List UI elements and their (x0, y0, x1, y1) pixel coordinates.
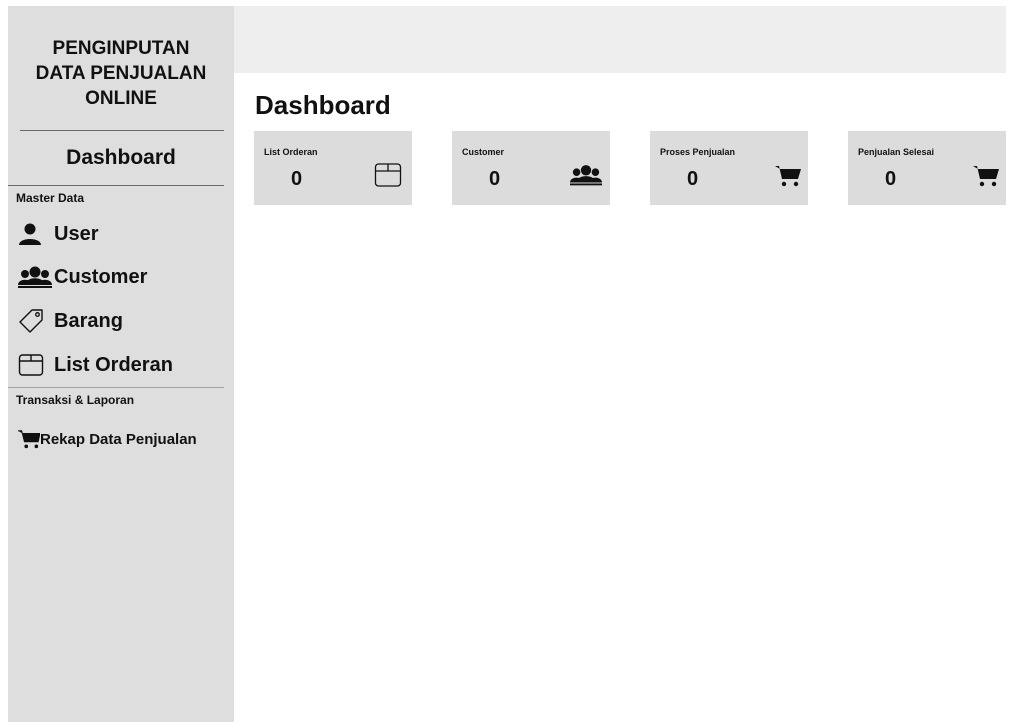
sidebar-item-dashboard[interactable]: Dashboard (8, 146, 234, 170)
sidebar-item-user[interactable]: User (18, 221, 98, 247)
stat-card-customer[interactable]: Customer 0 (452, 131, 610, 205)
divider (8, 387, 224, 388)
card-value: 0 (687, 168, 699, 190)
sidebar-item-label: Barang (54, 309, 123, 332)
box-icon (372, 161, 404, 189)
card-label: List Orderan (264, 147, 318, 157)
cart-icon (772, 161, 804, 189)
brand-line-2: DATA PENJUALAN (35, 63, 207, 84)
card-label: Penjualan Selesai (858, 147, 935, 157)
sidebar-item-label: User (54, 222, 99, 245)
user-icon (18, 221, 54, 247)
sidebar-item-list-orderan[interactable]: List Orderan (18, 352, 173, 378)
top-bar (234, 6, 1006, 73)
cart-icon (18, 426, 40, 452)
divider (8, 185, 224, 186)
sidebar-item-customer[interactable]: Customer (18, 264, 147, 290)
brand-line-1: PENGINPUTAN (52, 38, 190, 59)
sidebar-item-label: Rekap Data Penjualan (40, 430, 197, 448)
stat-card-proses-penjualan[interactable]: Proses Penjualan 0 (650, 131, 808, 205)
card-value: 0 (885, 168, 897, 190)
card-label: Customer (462, 147, 505, 157)
tag-icon (18, 308, 54, 334)
page-title: Dashboard (255, 90, 391, 120)
card-value: 0 (291, 168, 303, 190)
sidebar-item-label: List Orderan (54, 353, 173, 376)
card-label: Proses Penjualan (660, 147, 736, 157)
section-title-master-data: Master Data (16, 191, 85, 205)
sidebar-item-label: Customer (54, 265, 148, 288)
box-icon (18, 352, 54, 378)
card-value: 0 (489, 168, 501, 190)
app-brand: PENGINPUTAN DATA PENJUALAN ONLINE (8, 36, 234, 111)
stat-card-penjualan-selesai[interactable]: Penjualan Selesai 0 (848, 131, 1006, 205)
customers-icon (18, 264, 54, 290)
stat-card-list-orderan[interactable]: List Orderan 0 (254, 131, 412, 205)
section-title-transaksi-laporan: Transaksi & Laporan (16, 393, 135, 407)
divider (20, 130, 224, 131)
sidebar-item-rekap-data-penjualan[interactable]: Rekap Data Penjualan (18, 426, 197, 452)
sidebar: PENGINPUTAN DATA PENJUALAN ONLINE Dashbo… (8, 6, 234, 722)
brand-line-3: ONLINE (85, 88, 157, 109)
sidebar-item-barang[interactable]: Barang (18, 308, 123, 334)
cart-icon (970, 161, 1002, 189)
customers-icon (570, 161, 602, 189)
